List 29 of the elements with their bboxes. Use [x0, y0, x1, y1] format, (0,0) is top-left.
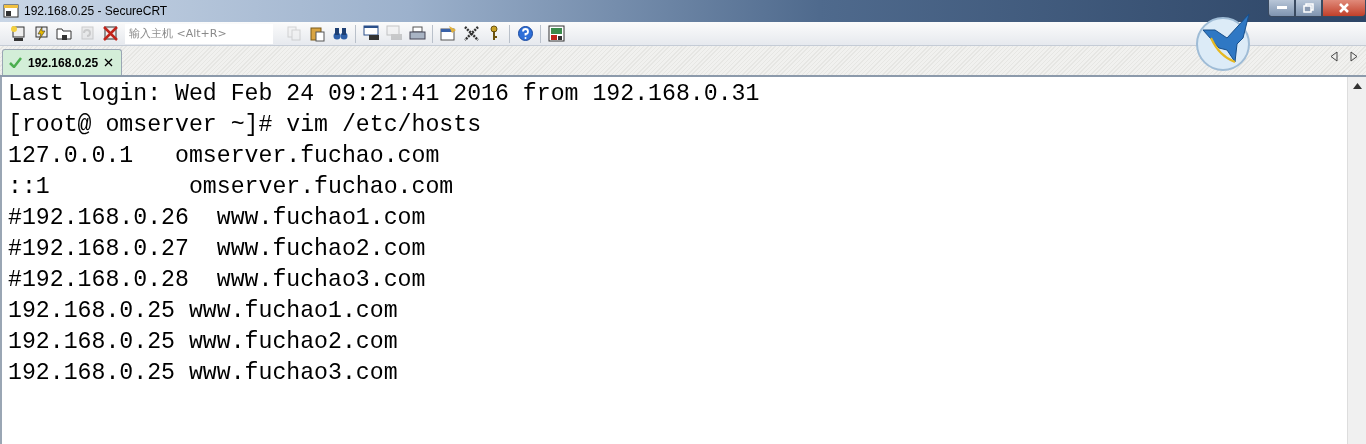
maximize-button[interactable] — [1295, 0, 1322, 17]
terminal-line: 192.168.0.25 www.fuchao1.com — [8, 297, 398, 326]
close-icon[interactable] — [104, 58, 114, 67]
terminal-line: 192.168.0.25 www.fuchao2.com — [8, 328, 398, 357]
session-tab[interactable]: 192.168.0.25 — [2, 49, 123, 75]
tab-label: 192.168.0.25 — [28, 55, 99, 70]
terminal-line: 192.168.0.25 www.fuchao3.com — [8, 359, 398, 388]
terminal-line: Last login: Wed Feb 24 09:21:41 2016 from 192.168.0.31 — [8, 80, 760, 109]
maximize-icon — [1303, 3, 1314, 13]
terminal-icon — [3, 3, 19, 19]
right-arrow-icon[interactable] — [1350, 51, 1358, 62]
terminal-line: [root@ omserver ~]# vim /etc/hosts — [8, 111, 482, 140]
minimize-button[interactable] — [1268, 0, 1295, 17]
terminal-line: #192.168.0.28 www.fuchao3.com — [8, 266, 426, 295]
terminal-line: 127.0.0.1 omserver.fuchao.com — [8, 142, 440, 171]
host-field[interactable]: 输入主机 <Alt+R> — [125, 23, 273, 44]
close-button[interactable] — [1322, 0, 1366, 17]
terminal-line: #192.168.0.26 www.fuchao1.com — [8, 204, 426, 233]
monitor-icon[interactable] — [8, 23, 28, 44]
terminal-line: ::1 omserver.fuchao.com — [8, 173, 454, 202]
help-icon[interactable] — [515, 23, 535, 44]
keyboard-icon[interactable] — [546, 23, 566, 44]
left-arrow-icon[interactable] — [1330, 51, 1338, 62]
minimize-icon — [1276, 6, 1287, 10]
window-title: 192.168.0.25 - SecureCRT — [24, 4, 168, 18]
close-icon — [1338, 3, 1350, 13]
scroll-up-icon[interactable] — [1352, 83, 1362, 89]
terminal-line: #192.168.0.27 www.fuchao2.com — [8, 235, 426, 264]
scrollbar[interactable] — [1347, 77, 1366, 444]
